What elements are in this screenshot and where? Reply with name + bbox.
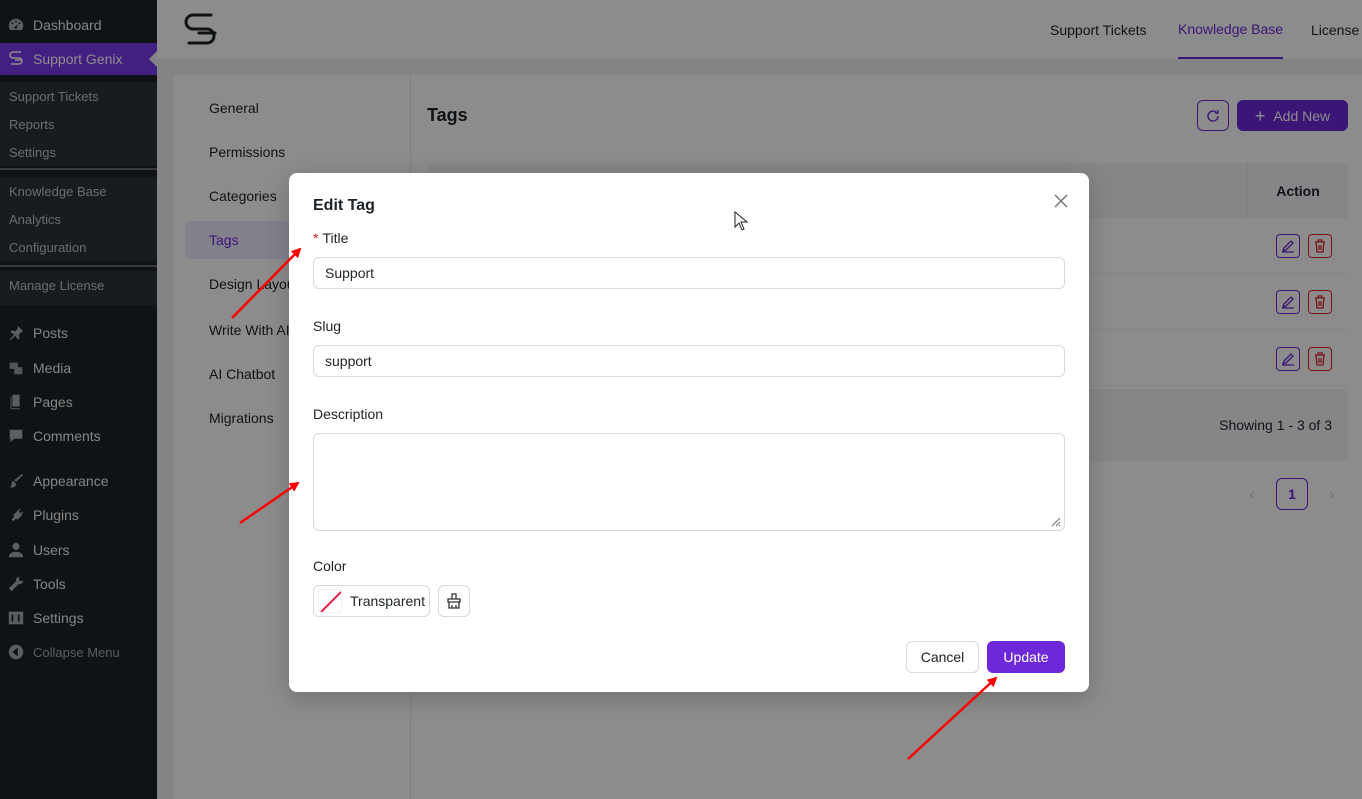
slug-input[interactable] [313,345,1065,377]
close-button[interactable] [1051,191,1071,211]
modal-title: Edit Tag [313,197,375,214]
description-textarea[interactable] [313,433,1065,531]
mouse-cursor-icon [734,211,748,231]
resize-grip-icon[interactable] [1049,515,1061,527]
title-label-text: Title [322,230,349,246]
update-button[interactable]: Update [987,641,1065,673]
color-value: Transparent [350,593,425,609]
transparent-swatch-icon [318,589,342,613]
eraser-icon [447,593,461,609]
cancel-button[interactable]: Cancel [906,641,979,673]
close-icon [1054,194,1068,208]
description-label: Description [313,406,384,422]
color-label: Color [313,558,347,574]
title-input[interactable] [313,257,1065,289]
title-label: * Title [313,230,348,246]
required-asterisk: * [313,230,319,246]
color-picker-button[interactable]: Transparent [313,585,430,617]
clear-color-button[interactable] [438,585,470,617]
edit-tag-modal: Edit Tag *Title Slug Description Color T… [289,173,1089,692]
slug-label: Slug [313,318,342,334]
